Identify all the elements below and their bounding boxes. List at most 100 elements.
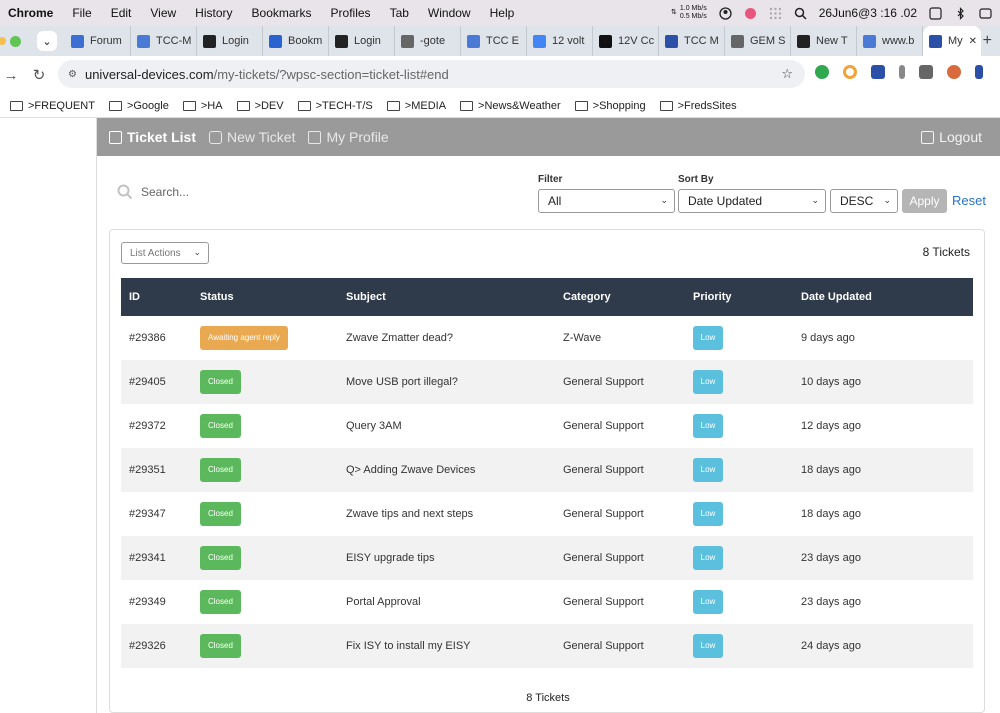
- logout-link[interactable]: Logout: [921, 129, 982, 145]
- filter-label: Filter: [538, 174, 563, 185]
- menu-tab[interactable]: Tab: [390, 6, 409, 20]
- column-header-date-updated[interactable]: Date Updated: [793, 278, 973, 316]
- user-circle-icon[interactable]: [719, 6, 732, 20]
- menu-history[interactable]: History: [195, 6, 232, 20]
- bookmark-folder[interactable]: >FREQUENT: [10, 100, 95, 112]
- amazon-icon: [599, 34, 612, 48]
- address-bar[interactable]: ⚙ universal-devices.com/my-tickets/?wpsc…: [58, 60, 805, 88]
- browser-tab[interactable]: TCC M: [659, 26, 725, 56]
- clipper-extension-icon[interactable]: [919, 65, 933, 79]
- bookmark-folder-label: >HA: [200, 99, 223, 112]
- menu-edit[interactable]: Edit: [111, 6, 132, 20]
- bookmark-folder[interactable]: >MEDIA: [386, 100, 446, 112]
- browser-tab[interactable]: www.b: [857, 26, 923, 56]
- menu-app-name[interactable]: Chrome: [8, 6, 53, 20]
- u-extension-icon[interactable]: [975, 65, 983, 79]
- sort-order-select[interactable]: DESC ⌄: [830, 189, 898, 213]
- nav-new-ticket[interactable]: New Ticket: [209, 129, 295, 145]
- grid-dots-icon[interactable]: [769, 7, 782, 20]
- browser-tab[interactable]: TCC E: [461, 26, 527, 56]
- bookmark-folder[interactable]: >HA: [182, 99, 223, 112]
- close-tab-icon[interactable]: ✕: [969, 36, 977, 47]
- table-row[interactable]: #29405 Closed Move USB port illegal? Genera…: [121, 360, 973, 404]
- browser-tab[interactable]: Bookm: [263, 26, 329, 56]
- color-picker-extension-icon[interactable]: [843, 65, 857, 79]
- menu-view[interactable]: View: [150, 6, 176, 20]
- bluetooth-icon[interactable]: [954, 6, 967, 20]
- reload-icon[interactable]: ↻: [28, 66, 50, 84]
- cookie-extension-icon[interactable]: [947, 65, 961, 79]
- bear-app-icon[interactable]: [744, 7, 757, 20]
- table-row[interactable]: #29351 Closed Q> Adding Zwave Devices Gener…: [121, 448, 973, 492]
- browser-tab[interactable]: -gote: [395, 26, 461, 56]
- table-row[interactable]: #29386 Awaiting agent reply Zwave Zmatter …: [121, 316, 973, 360]
- table-row[interactable]: #29341 Closed EISY upgrade tips General Sup…: [121, 536, 973, 580]
- folder-icon: [460, 100, 474, 111]
- browser-tab[interactable]: GEM S: [725, 26, 791, 56]
- network-speed-widget[interactable]: ⇅ 1.0 Mb/s 0.5 Mb/s: [671, 5, 707, 21]
- reset-link[interactable]: Reset: [952, 193, 986, 208]
- bookmark-folder[interactable]: >TECH-T/S: [297, 100, 373, 112]
- tab-counter-extension-icon[interactable]: [871, 65, 885, 79]
- list-actions-select[interactable]: List Actions ⌄: [121, 242, 209, 264]
- tab-search-chevron-icon[interactable]: ⌄: [37, 31, 57, 51]
- table-row[interactable]: #29372 Closed Query 3AM General Support Low 1…: [121, 404, 973, 448]
- cell-status: Closed: [192, 492, 338, 536]
- new-tab-plus-icon[interactable]: +: [983, 32, 992, 50]
- nav-my-profile[interactable]: My Profile: [308, 129, 389, 145]
- menu-profiles[interactable]: Profiles: [331, 6, 371, 20]
- bookmark-folder-label: >Shopping: [592, 99, 646, 112]
- cell-subject: Query 3AM: [346, 420, 402, 432]
- menu-bookmarks[interactable]: Bookmarks: [252, 6, 312, 20]
- bookmark-folder[interactable]: >FredsSites: [659, 100, 737, 112]
- browser-tab[interactable]: Login: [197, 26, 263, 56]
- table-row[interactable]: #29349 Closed Portal Approval General Suppo…: [121, 580, 973, 624]
- browser-tab[interactable]: Forum: [65, 26, 131, 56]
- evernote-extension-icon[interactable]: [815, 65, 829, 79]
- column-header-priority[interactable]: Priority: [685, 278, 793, 316]
- browser-tab-label: -gote: [420, 35, 446, 47]
- bookmark-star-icon[interactable]: ☆: [781, 66, 793, 82]
- reader-extension-icon[interactable]: [899, 65, 905, 79]
- site-settings-icon[interactable]: ⚙: [68, 69, 77, 80]
- browser-tab[interactable]: My ✕: [923, 26, 981, 56]
- window-minimize-button[interactable]: [0, 37, 6, 45]
- column-header-category[interactable]: Category: [555, 278, 685, 316]
- browser-tab[interactable]: 12V Cc: [593, 26, 659, 56]
- spotlight-search-icon[interactable]: [794, 7, 807, 20]
- bookmark-folder[interactable]: >Shopping: [574, 99, 646, 112]
- table-row[interactable]: #29326 Closed Fix ISY to install my EISY Ge…: [121, 624, 973, 668]
- github-icon: [797, 34, 810, 48]
- filter-select[interactable]: All ⌄: [538, 189, 675, 213]
- sort-by-select[interactable]: Date Updated ⌄: [678, 189, 826, 213]
- window-zoom-button[interactable]: [10, 35, 21, 47]
- menu-clock[interactable]: 26Jun6@3 :16 .02: [819, 6, 917, 20]
- apply-button[interactable]: Apply: [902, 189, 947, 213]
- forward-arrow-icon[interactable]: →: [0, 67, 22, 84]
- priority-badge: Low: [693, 546, 723, 570]
- column-header-subject[interactable]: Subject: [338, 278, 555, 316]
- bookmark-folder[interactable]: >News&Weather: [460, 100, 561, 112]
- chevron-down-icon: ⌄: [193, 247, 201, 257]
- browser-tab[interactable]: New T: [791, 26, 857, 56]
- globe-icon: [401, 34, 414, 48]
- menu-file[interactable]: File: [72, 6, 91, 20]
- translate-icon[interactable]: [929, 6, 942, 20]
- search-box[interactable]: Search...: [117, 184, 189, 200]
- nav-ticket-list[interactable]: Ticket List: [109, 129, 196, 145]
- browser-tab[interactable]: 12 volt: [527, 26, 593, 56]
- bookmark-folder[interactable]: >Google: [108, 100, 169, 112]
- control-center-icon[interactable]: [979, 7, 992, 20]
- column-header-id[interactable]: ID: [121, 278, 192, 316]
- table-row[interactable]: #29347 Closed Zwave tips and next steps Gen…: [121, 492, 973, 536]
- menu-window[interactable]: Window: [428, 6, 471, 20]
- browser-tab-label: TCC-M: [156, 35, 192, 47]
- browser-tab-label: TCC M: [684, 35, 719, 47]
- browser-tab[interactable]: Login: [329, 26, 395, 56]
- search-input[interactable]: Search...: [141, 185, 189, 199]
- menu-help[interactable]: Help: [490, 6, 515, 20]
- column-header-status[interactable]: Status: [192, 278, 338, 316]
- browser-tab[interactable]: TCC-M: [131, 26, 197, 56]
- bookmark-folder[interactable]: >DEV: [236, 100, 284, 112]
- folder-icon: [236, 100, 250, 111]
